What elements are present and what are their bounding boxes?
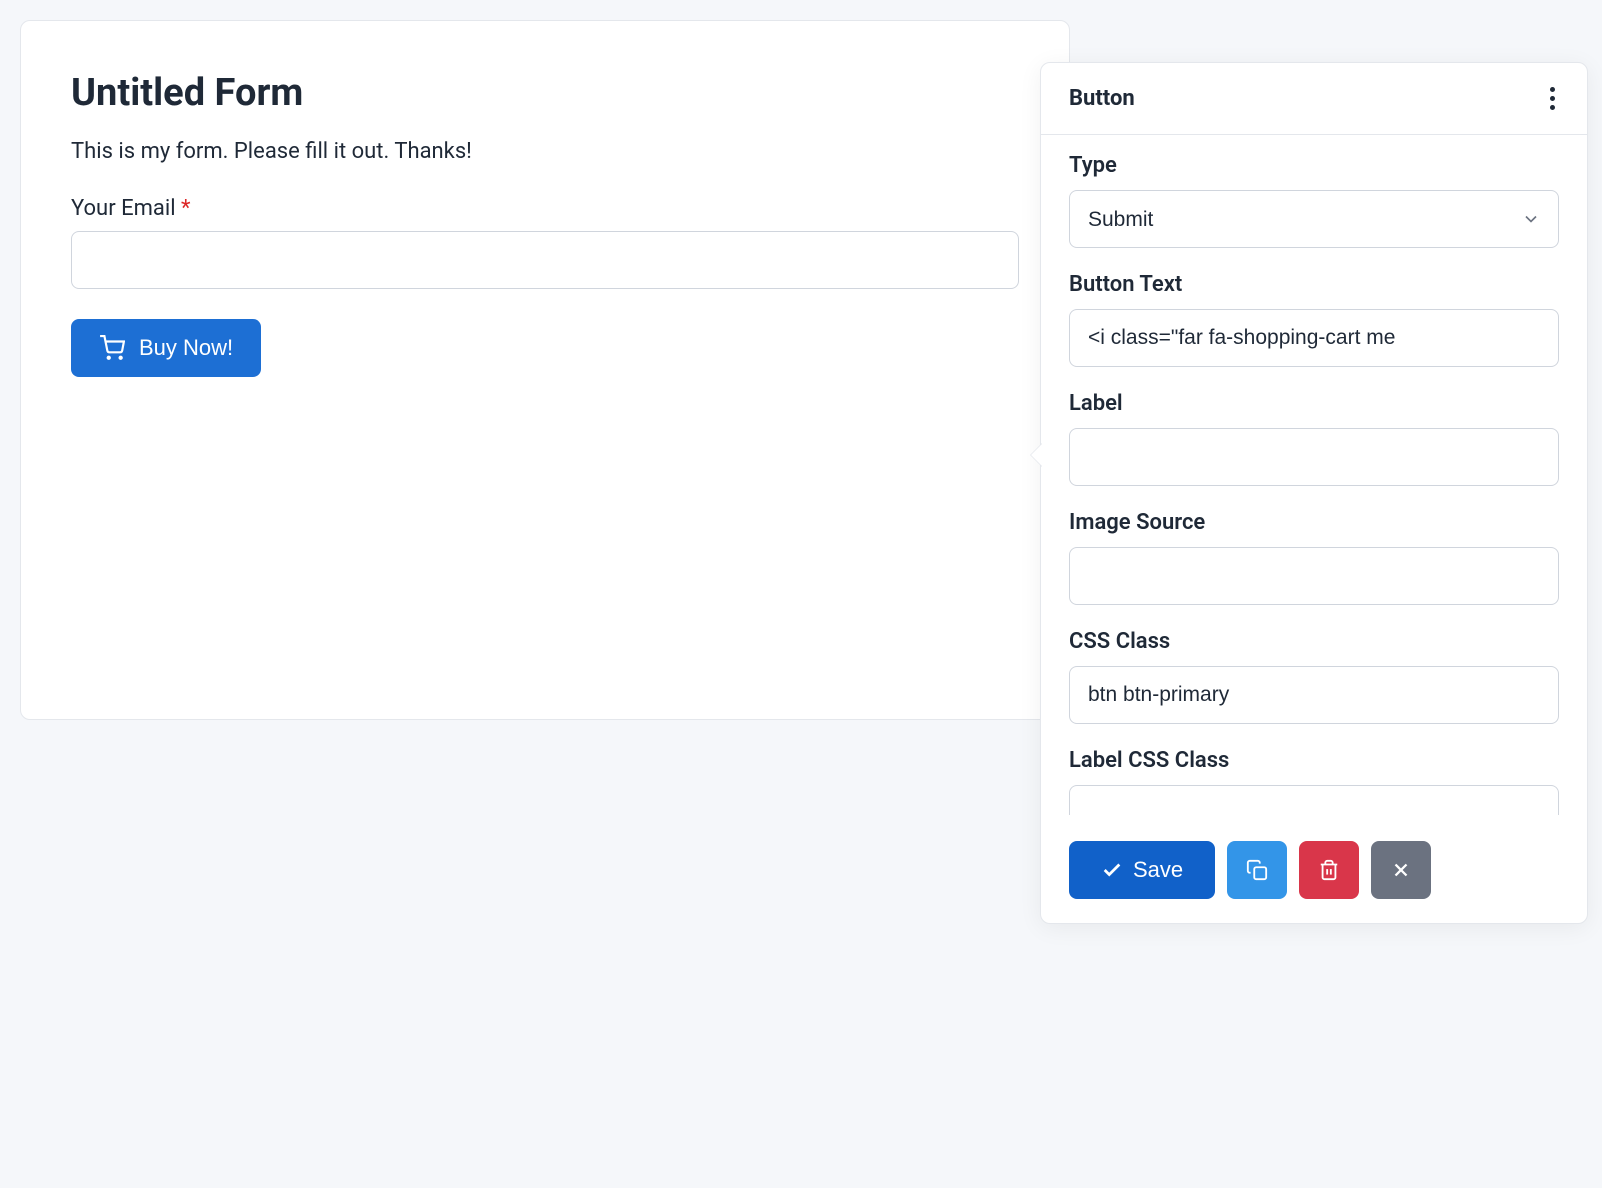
panel-body: Type Submit Button Text Label Image Sour…	[1041, 135, 1587, 823]
css-class-label: CSS Class	[1069, 629, 1559, 654]
buy-now-button[interactable]: Buy Now!	[71, 319, 261, 377]
form-title: Untitled Form	[71, 71, 1019, 115]
delete-button[interactable]	[1299, 841, 1359, 899]
label-css-class-input[interactable]	[1069, 785, 1559, 815]
type-select[interactable]: Submit	[1069, 190, 1559, 248]
more-options-icon[interactable]	[1546, 83, 1559, 114]
buy-button-label: Buy Now!	[139, 335, 233, 361]
image-source-input[interactable]	[1069, 547, 1559, 605]
panel-title: Button	[1069, 86, 1135, 111]
button-text-field: Button Text	[1069, 272, 1559, 367]
button-text-label: Button Text	[1069, 272, 1559, 297]
type-field: Type Submit	[1069, 153, 1559, 248]
email-label-text: Your Email	[71, 196, 176, 221]
label-field: Label	[1069, 391, 1559, 486]
button-text-input[interactable]	[1069, 309, 1559, 367]
copy-icon	[1246, 859, 1268, 881]
label-css-class-label: Label CSS Class	[1069, 748, 1559, 773]
email-input[interactable]	[71, 231, 1019, 289]
copy-button[interactable]	[1227, 841, 1287, 899]
close-button[interactable]	[1371, 841, 1431, 899]
label-label: Label	[1069, 391, 1559, 416]
form-description: This is my form. Please fill it out. Tha…	[71, 139, 1019, 164]
css-class-input[interactable]	[1069, 666, 1559, 724]
label-css-class-field: Label CSS Class	[1069, 748, 1559, 815]
close-icon	[1390, 859, 1412, 881]
button-properties-panel: Button Type Submit Button Text Label	[1040, 62, 1588, 924]
required-mark: *	[181, 196, 190, 221]
email-field-label: Your Email *	[71, 196, 1019, 221]
panel-footer: Save	[1041, 823, 1587, 923]
css-class-field: CSS Class	[1069, 629, 1559, 724]
save-button[interactable]: Save	[1069, 841, 1215, 899]
save-button-label: Save	[1133, 857, 1183, 883]
label-input[interactable]	[1069, 428, 1559, 486]
image-source-field: Image Source	[1069, 510, 1559, 605]
panel-header: Button	[1041, 63, 1587, 135]
shopping-cart-icon	[99, 335, 125, 361]
type-label: Type	[1069, 153, 1559, 178]
form-preview-card: Untitled Form This is my form. Please fi…	[20, 20, 1070, 720]
panel-arrow	[1031, 443, 1043, 467]
check-icon	[1101, 859, 1123, 881]
trash-icon	[1318, 859, 1340, 881]
image-source-label: Image Source	[1069, 510, 1559, 535]
